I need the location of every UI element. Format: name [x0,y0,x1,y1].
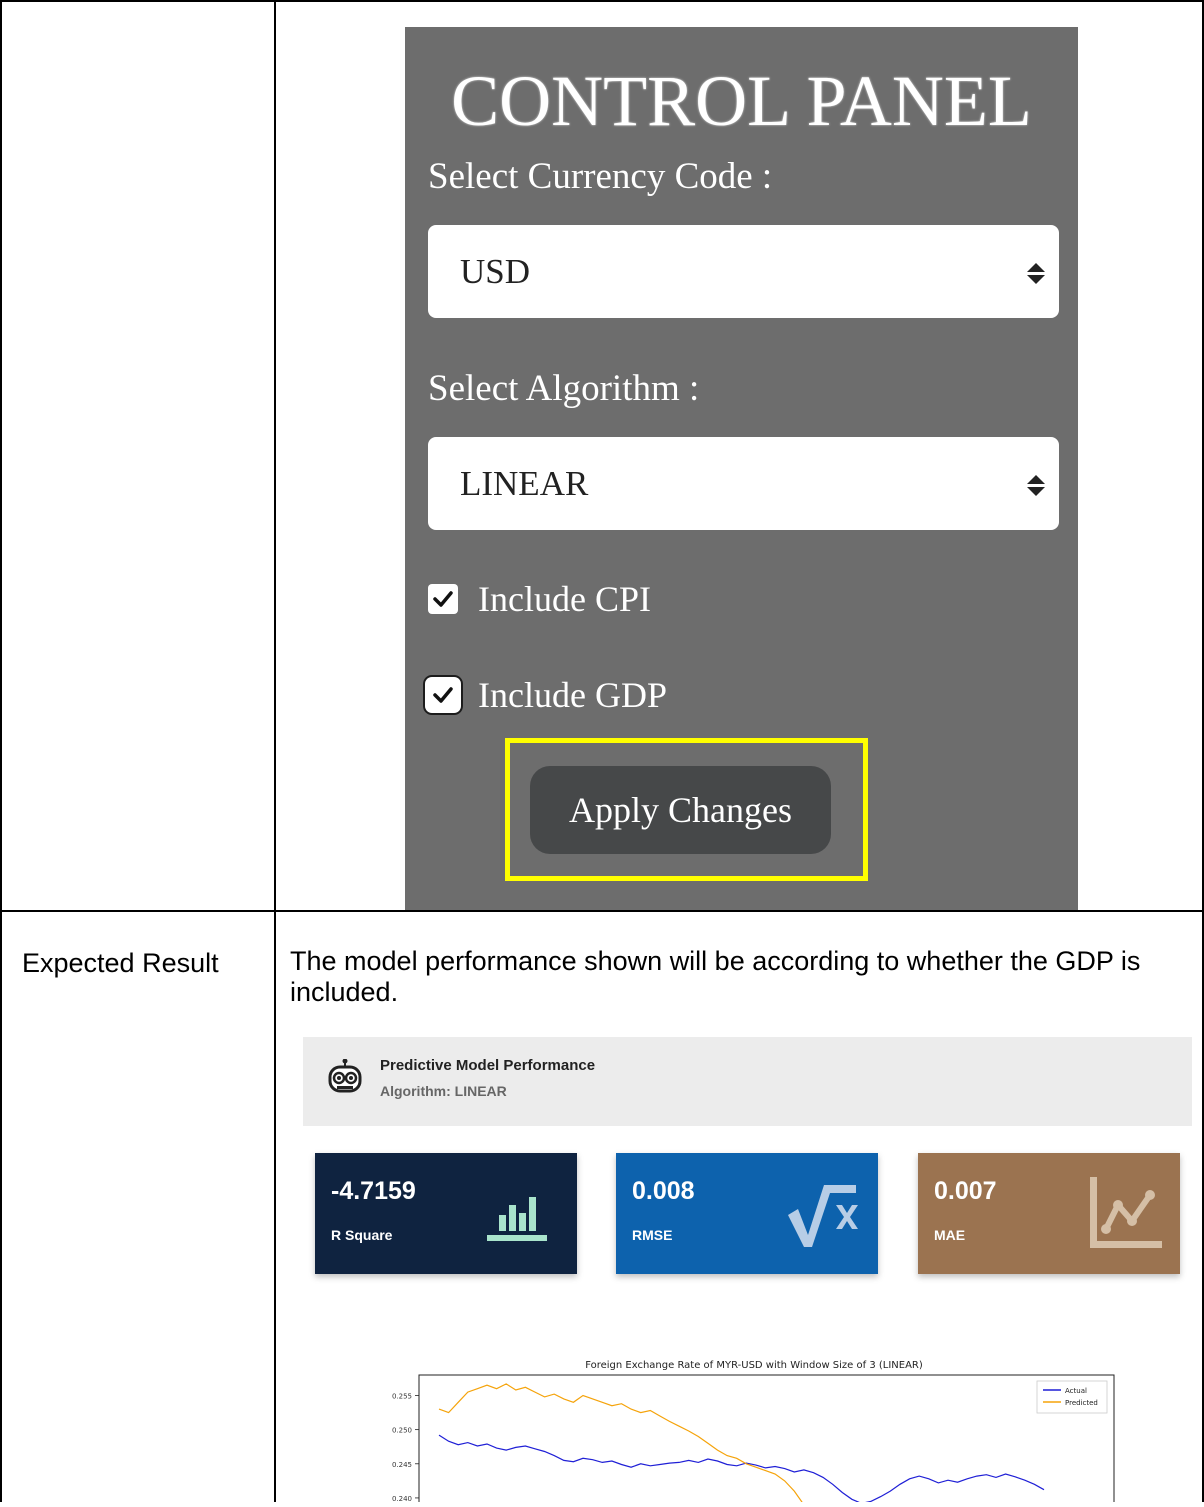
chart-legend: Actual Predicted [1036,1380,1108,1414]
chart-svg: Foreign Exchange Rate of MYR-USD with Wi… [392,1360,1115,1507]
algorithm-select-value: LINEAR [460,464,589,503]
series-line-predicted [438,1383,805,1506]
apply-changes-button[interactable]: Apply Changes [530,766,831,854]
checkmark-icon [433,591,453,607]
include-gdp-label: Include GDP [478,675,667,715]
dashboard: Predictive Model Performance Algorithm: … [303,1037,1192,1507]
rmse-card: 0.008 RMSE [616,1153,878,1274]
metric-label: MAE [934,1227,966,1243]
currency-label: Select Currency Code : [428,156,773,197]
mae-card: 0.007 MAE [918,1153,1180,1274]
table-column-divider [274,0,276,1502]
square-root-icon [788,1185,858,1247]
y-tick-label: 0.240 [392,1495,412,1502]
exchange-rate-chart: Foreign Exchange Rate of MYR-USD with Wi… [363,1347,1123,1507]
include-cpi-label: Include CPI [478,579,651,619]
line-chart-icon [1090,1177,1162,1248]
document-table: CONTROL PANEL Select Currency Code : USD… [0,0,1204,1507]
row-label: Expected Result [22,948,219,978]
bar-chart-icon [487,1197,547,1241]
currency-select[interactable]: USD [428,225,1059,318]
control-panel: CONTROL PANEL Select Currency Code : USD… [405,27,1078,910]
table-border-left [0,0,2,1502]
metric-value: 0.008 [632,1177,695,1205]
series-line-actual [438,1434,1045,1505]
plot-frame [418,1374,1115,1507]
include-gdp-checkbox[interactable] [428,680,458,710]
metric-value: -4.7159 [331,1177,416,1205]
include-cpi-checkbox[interactable] [428,584,458,614]
metric-value: 0.007 [934,1177,997,1205]
legend-label: Actual [1065,1387,1087,1395]
dashboard-header: Predictive Model Performance Algorithm: … [303,1037,1192,1126]
row-description: The model performance shown will be acco… [290,946,1141,1007]
legend-label: Predicted [1065,1399,1098,1407]
r-square-card: -4.7159 R Square [315,1153,577,1274]
control-panel-title: CONTROL PANEL [451,61,1032,141]
y-tick-label: 0.250 [392,1427,412,1435]
chart-title: Foreign Exchange Rate of MYR-USD with Wi… [585,1360,923,1371]
dashboard-title: Predictive Model Performance [380,1057,596,1074]
metric-label: R Square [331,1227,393,1243]
currency-select-value: USD [460,252,531,291]
table-border-top [0,0,1204,2]
algorithm-label: Select Algorithm : [428,368,700,409]
checkmark-icon [433,687,453,703]
algorithm-select[interactable]: LINEAR [428,437,1059,530]
robot-icon [328,1059,362,1093]
table-row-divider [0,910,1204,912]
dashboard-subtitle: Algorithm: LINEAR [380,1083,507,1099]
y-tick-label: 0.255 [392,1392,412,1400]
metric-label: RMSE [632,1227,673,1243]
y-tick-label: 0.245 [392,1461,412,1469]
